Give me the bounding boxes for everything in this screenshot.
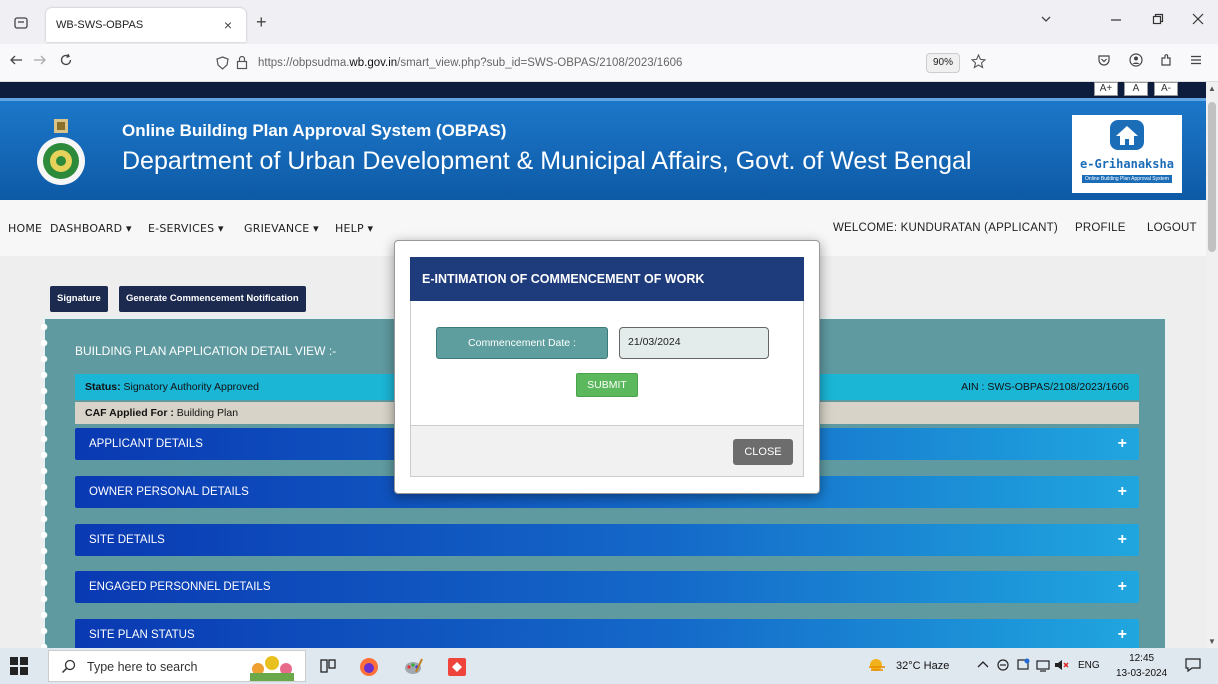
ain-text: AIN : SWS-OBPAS/2108/2023/1606 — [961, 381, 1129, 393]
flowers-icon — [244, 653, 300, 684]
font-reset-button[interactable]: A — [1124, 82, 1148, 96]
site-header: Online Building Plan Approval System (OB… — [0, 98, 1206, 200]
new-tab-button[interactable]: + — [256, 12, 267, 33]
page-viewport: A+ A A- Online Building Plan Approval Sy… — [0, 82, 1206, 648]
menu-eservices[interactable]: E-SERVICES ▾ — [148, 222, 224, 235]
commencement-modal: E-INTIMATION OF COMMENCEMENT OF WORK Com… — [394, 240, 820, 494]
taskbar-search-input[interactable]: Type here to search — [48, 650, 306, 682]
chevron-down-icon[interactable] — [1036, 12, 1056, 28]
logo-text: e-Grihanaksha — [1080, 157, 1174, 171]
section-label: APPLICANT DETAILS — [89, 438, 203, 450]
menu-help[interactable]: HELP ▾ — [335, 222, 373, 235]
zoom-level[interactable]: 90% — [926, 53, 960, 73]
menu-profile[interactable]: PROFILE — [1075, 222, 1126, 234]
font-size-controls: A+ A A- — [1094, 82, 1178, 96]
anydesk-icon[interactable] — [446, 656, 468, 676]
account-icon[interactable] — [1126, 53, 1146, 71]
top-strip: A+ A A- — [0, 82, 1206, 98]
star-icon[interactable] — [970, 53, 987, 74]
close-button[interactable]: CLOSE — [733, 439, 793, 465]
tab-close-icon[interactable]: × — [220, 17, 236, 33]
scroll-down-icon[interactable]: ▼ — [1206, 637, 1218, 646]
volume-muted-icon[interactable] — [1054, 658, 1076, 678]
weather-icon[interactable] — [866, 656, 888, 676]
font-decrease-button[interactable]: A- — [1154, 82, 1178, 96]
section-engaged-personnel-details[interactable]: ENGAGED PERSONNEL DETAILS + — [75, 571, 1139, 603]
forward-icon[interactable] — [30, 53, 50, 71]
menu-icon[interactable] — [1186, 53, 1206, 71]
scroll-up-icon[interactable]: ▲ — [1206, 84, 1218, 93]
onscreen-keyboard-icon[interactable] — [996, 658, 1018, 678]
expand-plus-icon[interactable]: + — [1118, 626, 1127, 644]
notification-icon[interactable] — [1016, 658, 1038, 678]
url-bar[interactable]: https://obpsudma.wb.gov.in/smart_view.ph… — [206, 50, 996, 76]
caf-text: CAF Applied For : Building Plan — [85, 407, 239, 419]
binder-dots — [39, 319, 49, 648]
extensions-icon[interactable] — [1156, 53, 1176, 71]
section-site-plan-status[interactable]: SITE PLAN STATUS + — [75, 619, 1139, 648]
weather-text: 32°C Haze — [896, 660, 950, 672]
detail-heading: BUILDING PLAN APPLICATION DETAIL VIEW :- — [75, 344, 337, 358]
language-indicator[interactable]: ENG — [1078, 660, 1100, 671]
status-text: Status: Signatory Authority Approved — [85, 381, 259, 393]
welcome-text: WELCOME: KUNDURATAN (APPLICANT) — [833, 222, 1058, 234]
task-view-icon[interactable] — [318, 656, 340, 676]
minimize-icon[interactable] — [1106, 12, 1126, 28]
submit-button[interactable]: SUBMIT — [576, 373, 638, 397]
e-grihanaksha-logo: e-Grihanaksha Online Building Plan Appro… — [1072, 115, 1182, 193]
font-increase-button[interactable]: A+ — [1094, 82, 1118, 96]
clock-time: 12:45 — [1129, 653, 1155, 664]
section-label: ENGAGED PERSONNEL DETAILS — [89, 581, 271, 593]
menu-dashboard[interactable]: DASHBOARD ▾ — [50, 222, 132, 235]
shield-icon[interactable] — [216, 56, 229, 75]
commencement-date-label: Commencement Date : — [436, 327, 608, 359]
signature-button[interactable]: Signature — [50, 286, 108, 312]
url-text: https://obpsudma.wb.gov.in/smart_view.ph… — [258, 57, 683, 69]
pocket-icon[interactable] — [1094, 53, 1114, 71]
section-label: OWNER PERSONAL DETAILS — [89, 486, 249, 498]
commencement-date-input[interactable]: 21/03/2024 — [619, 327, 769, 359]
expand-plus-icon[interactable]: + — [1118, 435, 1127, 453]
section-site-details[interactable]: SITE DETAILS + — [75, 524, 1139, 556]
firefox-icon[interactable] — [358, 656, 380, 676]
restore-icon[interactable] — [1148, 12, 1168, 28]
site-title: Online Building Plan Approval System (OB… — [122, 121, 507, 140]
chevron-up-icon[interactable] — [976, 658, 998, 678]
paint-icon[interactable] — [402, 656, 424, 676]
expand-plus-icon[interactable]: + — [1118, 578, 1127, 596]
page-scrollbar[interactable]: ▲ ▼ — [1206, 82, 1218, 648]
windows-taskbar: Type here to search 32°C Haze ENG 12:45 … — [0, 648, 1218, 684]
section-label: SITE DETAILS — [89, 534, 165, 546]
modal-body: Commencement Date : 21/03/2024 SUBMIT — [410, 301, 804, 425]
generate-commencement-button[interactable]: Generate Commencement Notification — [119, 286, 306, 312]
modal-footer: CLOSE — [410, 425, 804, 477]
logo-tagline: Online Building Plan Approval System — [1082, 175, 1172, 183]
back-icon[interactable] — [6, 53, 26, 71]
reload-icon[interactable] — [56, 53, 76, 71]
tab-list-icon[interactable] — [8, 10, 34, 36]
taskbar-clock[interactable]: 12:45 13-03-2024 — [1116, 651, 1167, 681]
expand-plus-icon[interactable]: + — [1118, 483, 1127, 501]
clock-date: 13-03-2024 — [1116, 668, 1168, 679]
scroll-thumb[interactable] — [1208, 102, 1216, 252]
menu-home[interactable]: HOME — [8, 222, 42, 235]
lock-icon[interactable] — [236, 55, 248, 75]
expand-plus-icon[interactable]: + — [1118, 531, 1127, 549]
search-icon — [61, 659, 76, 679]
windows-start-icon[interactable] — [10, 657, 28, 675]
modal-title: E-INTIMATION OF COMMENCEMENT OF WORK — [410, 257, 804, 301]
section-label: SITE PLAN STATUS — [89, 629, 195, 641]
search-placeholder: Type here to search — [87, 660, 198, 674]
browser-nav-bar: https://obpsudma.wb.gov.in/smart_view.ph… — [0, 44, 1218, 82]
west-bengal-emblem-icon — [32, 119, 90, 187]
action-center-icon[interactable] — [1184, 656, 1206, 676]
close-icon[interactable] — [1188, 12, 1208, 28]
browser-tab-bar: WB-SWS-OBPAS × + — [0, 0, 1218, 44]
menu-logout[interactable]: LOGOUT — [1147, 222, 1197, 234]
menu-grievance[interactable]: GRIEVANCE ▾ — [244, 222, 319, 235]
tab-title: WB-SWS-OBPAS — [56, 19, 144, 31]
site-subtitle: Department of Urban Development & Munici… — [122, 147, 972, 175]
browser-tab[interactable]: WB-SWS-OBPAS × — [46, 8, 246, 42]
